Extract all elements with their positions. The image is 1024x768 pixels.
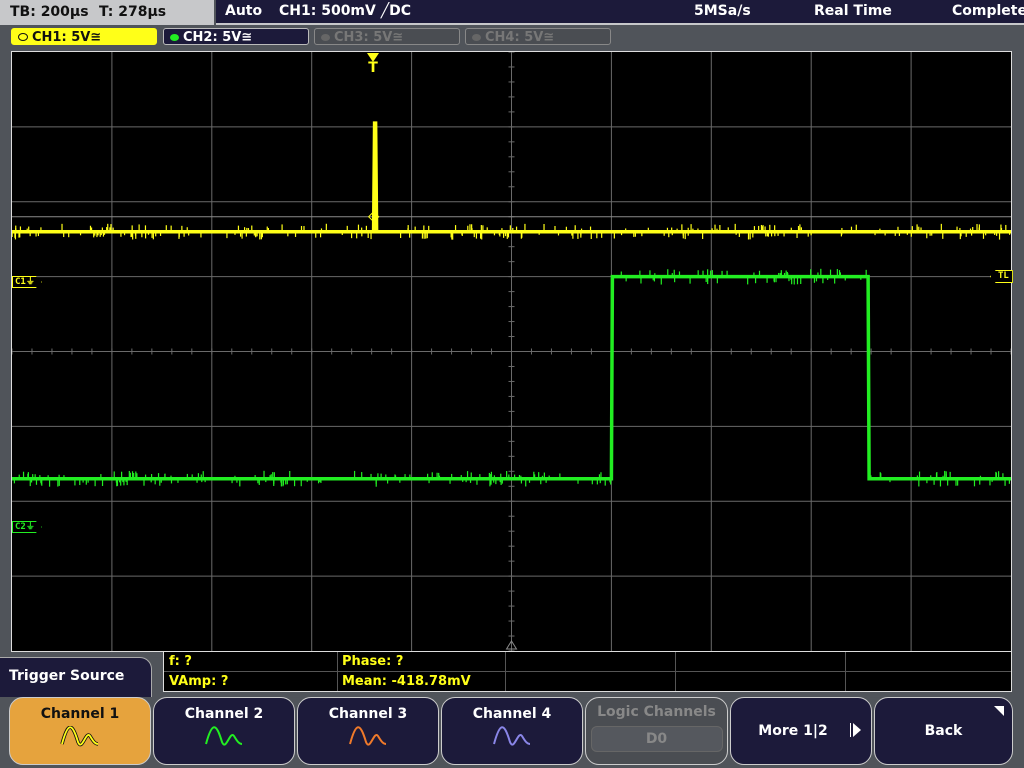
divider <box>164 671 1011 672</box>
sample-rate: 5MSa/s <box>694 3 751 19</box>
softkey-label: Back <box>924 723 963 739</box>
sine-wave-icon <box>349 726 387 746</box>
sine-wave-icon <box>205 726 243 746</box>
softkey-label: Channel 3 <box>328 706 408 722</box>
channel-indicator-icon <box>472 34 481 41</box>
measurement-panel: f: ? Phase: ? VAmp: ? Mean: -418.78mV <box>163 652 1012 692</box>
channel-tab-label: CH3: 5V≅ <box>334 30 404 45</box>
softkey-channel-2[interactable]: Channel 2 <box>153 697 295 765</box>
measurement-frequency: f: ? <box>169 654 192 669</box>
grid <box>12 52 1011 651</box>
ch2-offset-marker[interactable]: C2⏚ <box>12 521 42 533</box>
trigger-time-value: T: 278µs <box>99 4 167 20</box>
sine-wave-icon <box>493 726 531 746</box>
softkey-channel-3[interactable]: Channel 3 <box>297 697 439 765</box>
channel-indicator-icon <box>321 34 330 41</box>
acquisition-status: Complete <box>952 3 1024 19</box>
logic-channel-selector: D0 <box>590 726 723 752</box>
acquisition-mode: Real Time <box>814 3 892 19</box>
divider <box>505 652 506 691</box>
timebase-value: TB: 200µs <box>10 4 89 20</box>
waveform-plot <box>12 52 1011 651</box>
softkey-back[interactable]: Back <box>874 697 1013 765</box>
measurement-vamp: VAmp: ? <box>169 674 229 689</box>
next-page-bar <box>850 723 851 737</box>
timebase-panel[interactable]: TB: 200µs T: 278µs <box>0 0 214 25</box>
softkey-label: Channel 2 <box>184 706 264 722</box>
channel-tab-ch1[interactable]: CH1: 5V≅ <box>11 28 157 45</box>
next-page-arrow-icon <box>853 723 861 737</box>
trigger-marker-label: T <box>368 60 378 76</box>
channel-indicator-icon <box>18 33 28 41</box>
channel-tab-label: CH2: 5V≅ <box>183 30 253 45</box>
trigger-position-marker[interactable]: T <box>365 53 381 76</box>
channel-tab-label: CH1: 5V≅ <box>32 30 102 45</box>
softkey-label: Channel 1 <box>40 706 120 722</box>
trigger-mode: Auto <box>225 3 263 19</box>
measurement-mean: Mean: -418.78mV <box>342 674 471 689</box>
menu-corner-icon <box>994 706 1004 716</box>
softkey-more[interactable]: More 1|2 <box>730 697 872 765</box>
menu-title: Trigger Source <box>0 657 152 697</box>
trigger-info: CH1: 500mV ╱DC <box>279 3 412 19</box>
waveform-display[interactable] <box>11 51 1012 652</box>
channel-tab-label: CH4: 5V≅ <box>485 30 555 45</box>
trigger-status-bar[interactable]: Auto CH1: 500mV ╱DC 5MSa/s Real Time Com… <box>216 0 1024 25</box>
softkey-channel-4[interactable]: Channel 4 <box>441 697 583 765</box>
softkey-channel-1[interactable]: Channel 1 <box>9 697 151 765</box>
ch1-offset-marker[interactable]: C1⏚ <box>12 276 42 288</box>
softkey-logic-channels: Logic Channels D0 <box>585 697 728 765</box>
channel-tab-ch2[interactable]: CH2: 5V≅ <box>163 28 309 45</box>
channel-tab-ch3[interactable]: CH3: 5V≅ <box>314 28 460 45</box>
softkey-label: More 1|2 <box>758 723 828 739</box>
divider <box>675 652 676 691</box>
channel-tab-ch4[interactable]: CH4: 5V≅ <box>465 28 611 45</box>
sine-wave-icon <box>60 726 99 747</box>
softkey-label: Logic Channels <box>597 704 716 720</box>
softkey-label: Channel 4 <box>472 706 552 722</box>
measurement-phase: Phase: ? <box>342 654 404 669</box>
divider <box>845 652 846 691</box>
channel-indicator-icon <box>170 34 179 41</box>
